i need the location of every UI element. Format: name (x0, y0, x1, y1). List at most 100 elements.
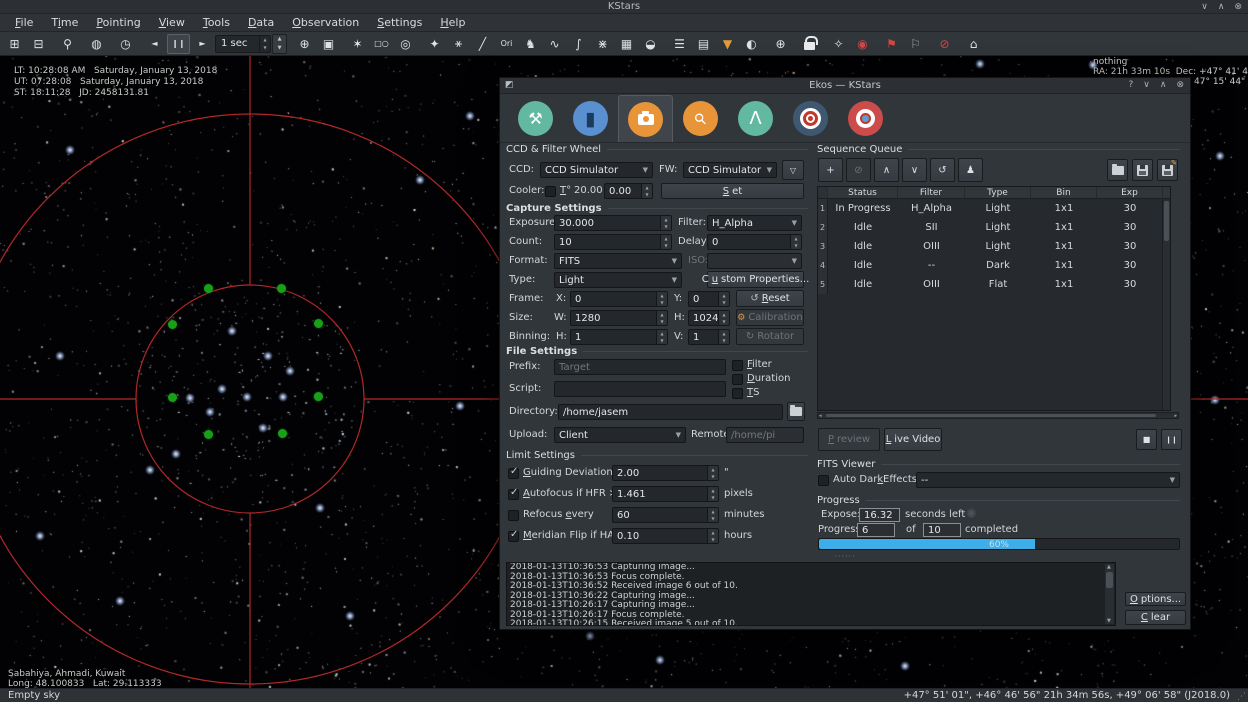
spinner-buttons[interactable] (707, 529, 718, 543)
time-step-spinner[interactable] (259, 36, 270, 52)
minimize-icon[interactable]: ∨ (1201, 2, 1208, 12)
spinner-buttons[interactable] (660, 216, 671, 230)
frame-y-spinbox[interactable]: 0 (688, 291, 730, 307)
show-constellation-art-icon[interactable]: ♞ (519, 34, 542, 54)
meridian-flip-spinbox[interactable]: 0.10 (612, 528, 719, 544)
menu-observation[interactable]: Observation (283, 15, 368, 30)
clear-button[interactable]: Clear (1125, 610, 1186, 625)
table-vertical-scrollbar[interactable] (1162, 200, 1170, 410)
minimize-icon[interactable]: ∨ (1143, 80, 1150, 90)
show-stars-icon[interactable]: ✶ (346, 34, 369, 54)
type-combobox[interactable]: Light ▼ (554, 272, 682, 288)
spinner-buttons[interactable] (707, 466, 718, 480)
refocus-every-checkbox[interactable] (508, 510, 519, 521)
show-constellation-boundaries-icon[interactable]: ∿ (543, 34, 566, 54)
count-spinbox[interactable]: 10 (554, 234, 672, 250)
sequence-queue-table[interactable]: Status Filter Type Bin Exp 1 In Progress… (817, 186, 1171, 411)
column-type[interactable]: Type (965, 187, 1031, 198)
tab-capture[interactable] (618, 95, 673, 142)
step-forward-icon[interactable]: ► (191, 34, 214, 54)
size-w-spinbox[interactable]: 1280 (570, 310, 668, 326)
observatory-dome-icon[interactable]: ⌂ (962, 34, 985, 54)
open-sequence-button[interactable] (1107, 159, 1128, 181)
binning-v-spinbox[interactable]: 1 (688, 329, 730, 345)
scroll-down-icon[interactable]: ▼ (1107, 618, 1111, 624)
show-milky-way-icon[interactable]: ∫ (567, 34, 590, 54)
spinner-buttons[interactable] (656, 311, 667, 325)
scroll-left-icon[interactable]: ◂ (819, 413, 822, 419)
close-icon[interactable]: ⊗ (1234, 2, 1242, 12)
tab-align[interactable] (783, 95, 838, 142)
auto-dark-checkbox[interactable] (818, 475, 829, 486)
effects-combobox[interactable]: -- ▼ (916, 472, 1180, 488)
add-flag-icon[interactable]: ⚐ (904, 34, 927, 54)
reset-jobs-button[interactable]: ↺ (930, 158, 955, 182)
tab-scheduler[interactable]: ▮ (563, 95, 618, 142)
filter-combobox[interactable]: H_Alpha ▼ (707, 215, 802, 231)
duration-suffix-checkbox[interactable] (732, 374, 743, 385)
step-backward-icon[interactable]: ◄ (143, 34, 166, 54)
binning-h-spinbox[interactable]: 1 (570, 329, 668, 345)
spinner-buttons[interactable] (707, 487, 718, 501)
show-satellites-icon[interactable]: ⚹ (447, 34, 470, 54)
menu-data[interactable]: Data (239, 15, 283, 30)
spinner-buttons[interactable] (718, 292, 729, 306)
menu-file[interactable]: File (6, 15, 42, 30)
spinner-buttons[interactable] (707, 508, 718, 522)
menu-view[interactable]: View (150, 15, 194, 30)
ccd-combobox[interactable]: CCD Simulator ▼ (540, 162, 653, 178)
light-pollution-icon[interactable]: ▼ (716, 34, 739, 54)
show-horizontal-grid-icon[interactable]: ▦ (615, 34, 638, 54)
time-step-updown-buttons[interactable]: ▲▼ (272, 34, 287, 54)
help-icon[interactable]: ? (1128, 80, 1133, 90)
upload-combobox[interactable]: Client ▼ (554, 427, 686, 443)
menu-help[interactable]: Help (431, 15, 474, 30)
indi-control-panel-icon[interactable]: ◉ (851, 34, 874, 54)
find-object-icon[interactable]: ⚲ (56, 34, 79, 54)
refocus-every-spinbox[interactable]: 60 (612, 507, 719, 523)
custom-properties-button[interactable]: Custom Properties... (707, 271, 804, 288)
move-job-up-button[interactable]: ∧ (874, 158, 899, 182)
table-row[interactable]: 2 Idle SII Light 1x1 30 (818, 218, 1170, 237)
whats-interesting-icon[interactable]: ☰ (668, 34, 691, 54)
temperature-spinbox[interactable]: 0.00 (604, 183, 653, 199)
tab-focus[interactable]: ⚲ (673, 95, 728, 142)
ts-suffix-checkbox[interactable] (732, 388, 743, 399)
show-deep-sky-objects-icon[interactable]: □○ (370, 34, 393, 54)
maximize-icon[interactable]: ∧ (1218, 2, 1225, 12)
set-geographic-location-icon[interactable]: ◍ (85, 34, 108, 54)
show-horizon-icon[interactable]: ◒ (639, 34, 662, 54)
menu-time[interactable]: Time (42, 15, 87, 30)
autofocus-hfr-checkbox[interactable] (508, 489, 519, 500)
tab-setup[interactable]: ⚒ (508, 95, 563, 142)
observer-button[interactable]: ♟ (958, 158, 983, 182)
show-solar-system-icon[interactable]: ◎ (394, 34, 417, 54)
delay-spinbox[interactable]: 0 (707, 234, 802, 250)
do-not-track-icon[interactable]: ⊘ (933, 34, 956, 54)
ekos-icon[interactable]: ✧ (827, 34, 850, 54)
save-sequence-button[interactable] (1132, 159, 1153, 181)
scroll-right-icon[interactable]: ▸ (1174, 413, 1177, 419)
sky-image-overlay-icon[interactable]: ▣ (317, 34, 340, 54)
cooler-checkbox[interactable] (545, 186, 556, 197)
table-row[interactable]: 4 Idle -- Dark 1x1 30 (818, 256, 1170, 275)
show-equatorial-grid-icon[interactable]: ⋇ (591, 34, 614, 54)
close-icon[interactable]: ⊗ (1176, 80, 1184, 90)
menu-tools[interactable]: Tools (194, 15, 239, 30)
stop-button[interactable]: ■ (1136, 429, 1157, 450)
column-bin[interactable]: Bin (1031, 187, 1097, 198)
add-job-button[interactable]: + (818, 158, 843, 182)
observation-flag-icon[interactable]: ⚑ (880, 34, 903, 54)
column-status[interactable]: Status (828, 187, 898, 198)
table-row[interactable]: 1 In Progress H_Alpha Light 1x1 30 (818, 199, 1170, 218)
log-scrollbar[interactable]: ▲ ▼ (1105, 564, 1114, 624)
zoom-out-icon[interactable]: ⊟ (27, 34, 50, 54)
filter-suffix-checkbox[interactable] (732, 360, 743, 371)
table-horizontal-scrollbar[interactable]: ◂ ▸ (817, 412, 1179, 419)
filter-manager-button[interactable]: ▽ (782, 160, 804, 180)
column-filter[interactable]: Filter (898, 187, 965, 198)
live-video-button[interactable]: Live Video (884, 428, 942, 451)
tab-mount[interactable]: Λ (728, 95, 783, 142)
set-time-icon[interactable]: ◷ (114, 34, 137, 54)
save-sequence-as-button[interactable]: ✎ (1157, 159, 1178, 181)
